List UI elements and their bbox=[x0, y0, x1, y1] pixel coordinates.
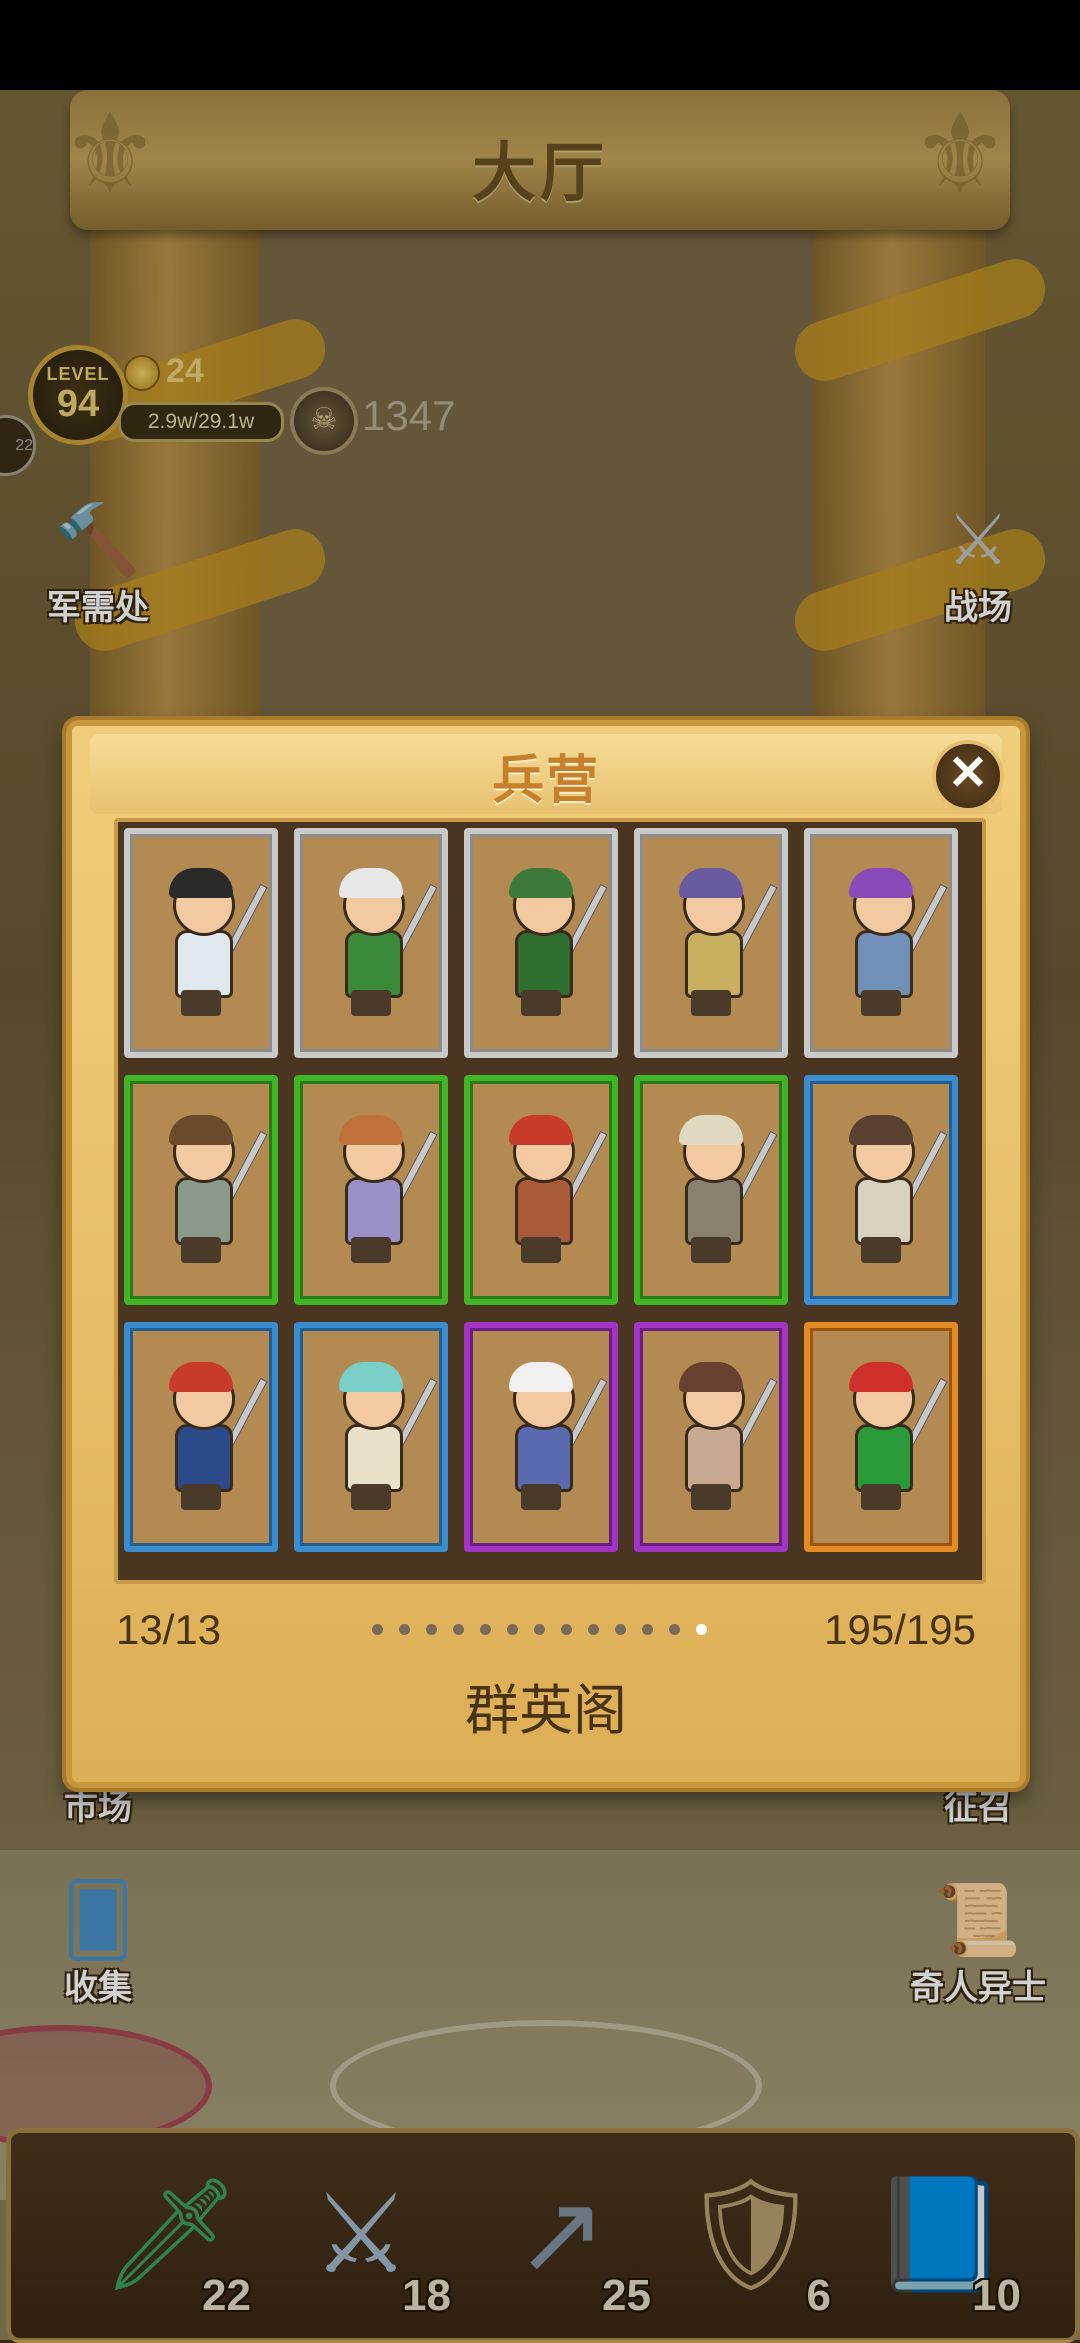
page-dot[interactable] bbox=[588, 1624, 599, 1635]
hero-body bbox=[685, 930, 743, 998]
hero-card[interactable] bbox=[804, 1075, 958, 1305]
hero-legs bbox=[351, 1237, 391, 1263]
hero-hair bbox=[339, 1115, 403, 1145]
hero-card[interactable] bbox=[464, 1075, 618, 1305]
hero-hair bbox=[509, 1115, 573, 1145]
section-name[interactable]: 群英阁 bbox=[72, 1666, 1020, 1745]
hero-body bbox=[345, 1177, 403, 1245]
hero-portrait bbox=[151, 868, 268, 1018]
hero-portrait bbox=[151, 1362, 268, 1512]
hero-body bbox=[685, 1424, 743, 1492]
hero-card[interactable] bbox=[294, 1322, 448, 1552]
hero-card[interactable] bbox=[294, 828, 448, 1058]
hero-legs bbox=[521, 1237, 561, 1263]
hero-body bbox=[515, 1177, 573, 1245]
hero-legs bbox=[691, 990, 731, 1016]
hero-body bbox=[855, 1424, 913, 1492]
hero-card[interactable] bbox=[124, 828, 278, 1058]
hero-portrait bbox=[491, 868, 608, 1018]
hero-card[interactable] bbox=[464, 1322, 618, 1552]
hero-grid bbox=[114, 818, 986, 1584]
hero-portrait bbox=[151, 1115, 268, 1265]
hero-body bbox=[175, 1424, 233, 1492]
hero-body bbox=[685, 1177, 743, 1245]
hero-hair bbox=[509, 1362, 573, 1392]
page-dots bbox=[372, 1624, 707, 1635]
hero-body bbox=[515, 930, 573, 998]
hero-card[interactable] bbox=[124, 1322, 278, 1552]
page-dot[interactable] bbox=[507, 1624, 518, 1635]
hero-portrait bbox=[831, 868, 948, 1018]
hero-hair bbox=[679, 868, 743, 898]
hero-hair bbox=[339, 1362, 403, 1392]
hero-legs bbox=[181, 1484, 221, 1510]
hero-card[interactable] bbox=[634, 1075, 788, 1305]
hero-legs bbox=[861, 1484, 901, 1510]
page-dot[interactable] bbox=[399, 1624, 410, 1635]
hero-portrait bbox=[321, 1362, 438, 1512]
hero-hair bbox=[509, 868, 573, 898]
close-button[interactable]: ✕ bbox=[932, 740, 1004, 812]
page-dot[interactable] bbox=[669, 1624, 680, 1635]
hero-card[interactable] bbox=[804, 828, 958, 1058]
hero-legs bbox=[691, 1237, 731, 1263]
page-dot[interactable] bbox=[426, 1624, 437, 1635]
hero-legs bbox=[691, 1484, 731, 1510]
hero-card[interactable] bbox=[294, 1075, 448, 1305]
hero-card[interactable] bbox=[464, 828, 618, 1058]
hero-body bbox=[855, 1177, 913, 1245]
hero-body bbox=[515, 1424, 573, 1492]
hero-portrait bbox=[661, 1115, 778, 1265]
hero-card[interactable] bbox=[804, 1322, 958, 1552]
hero-portrait bbox=[321, 868, 438, 1018]
page-dot[interactable] bbox=[372, 1624, 383, 1635]
page-dot[interactable] bbox=[696, 1624, 707, 1635]
hero-body bbox=[855, 930, 913, 998]
hero-legs bbox=[521, 1484, 561, 1510]
barracks-modal: 兵营 ✕ 13/13 195/195 群英阁 bbox=[66, 720, 1026, 1788]
page-dot[interactable] bbox=[480, 1624, 491, 1635]
hero-card[interactable] bbox=[634, 1322, 788, 1552]
hero-portrait bbox=[321, 1115, 438, 1265]
page-dot[interactable] bbox=[534, 1624, 545, 1635]
page-indicator: 13/13 bbox=[116, 1606, 222, 1653]
page-dot[interactable] bbox=[642, 1624, 653, 1635]
hero-body bbox=[345, 1424, 403, 1492]
hero-legs bbox=[861, 990, 901, 1016]
hero-portrait bbox=[831, 1362, 948, 1512]
hero-hair bbox=[169, 1115, 233, 1145]
hero-hair bbox=[679, 1362, 743, 1392]
hero-hair bbox=[169, 868, 233, 898]
hero-hair bbox=[679, 1115, 743, 1145]
hero-legs bbox=[181, 990, 221, 1016]
hero-portrait bbox=[491, 1362, 608, 1512]
hero-portrait bbox=[661, 868, 778, 1018]
page-dot[interactable] bbox=[615, 1624, 626, 1635]
hero-hair bbox=[339, 868, 403, 898]
hero-hair bbox=[849, 868, 913, 898]
hero-body bbox=[175, 930, 233, 998]
hero-legs bbox=[351, 990, 391, 1016]
hero-hair bbox=[169, 1362, 233, 1392]
modal-title: 兵营 bbox=[491, 751, 600, 811]
hero-hair bbox=[849, 1115, 913, 1145]
hero-body bbox=[175, 1177, 233, 1245]
page-dot[interactable] bbox=[561, 1624, 572, 1635]
hero-legs bbox=[861, 1237, 901, 1263]
hero-legs bbox=[351, 1484, 391, 1510]
hero-portrait bbox=[831, 1115, 948, 1265]
hero-legs bbox=[521, 990, 561, 1016]
page-dot[interactable] bbox=[453, 1624, 464, 1635]
hero-portrait bbox=[491, 1115, 608, 1265]
hero-hair bbox=[849, 1362, 913, 1392]
hero-card[interactable] bbox=[124, 1075, 278, 1305]
total-count: 195/195 bbox=[824, 1606, 976, 1653]
hero-body bbox=[345, 930, 403, 998]
hero-legs bbox=[181, 1237, 221, 1263]
hero-card[interactable] bbox=[634, 828, 788, 1058]
hero-portrait bbox=[661, 1362, 778, 1512]
